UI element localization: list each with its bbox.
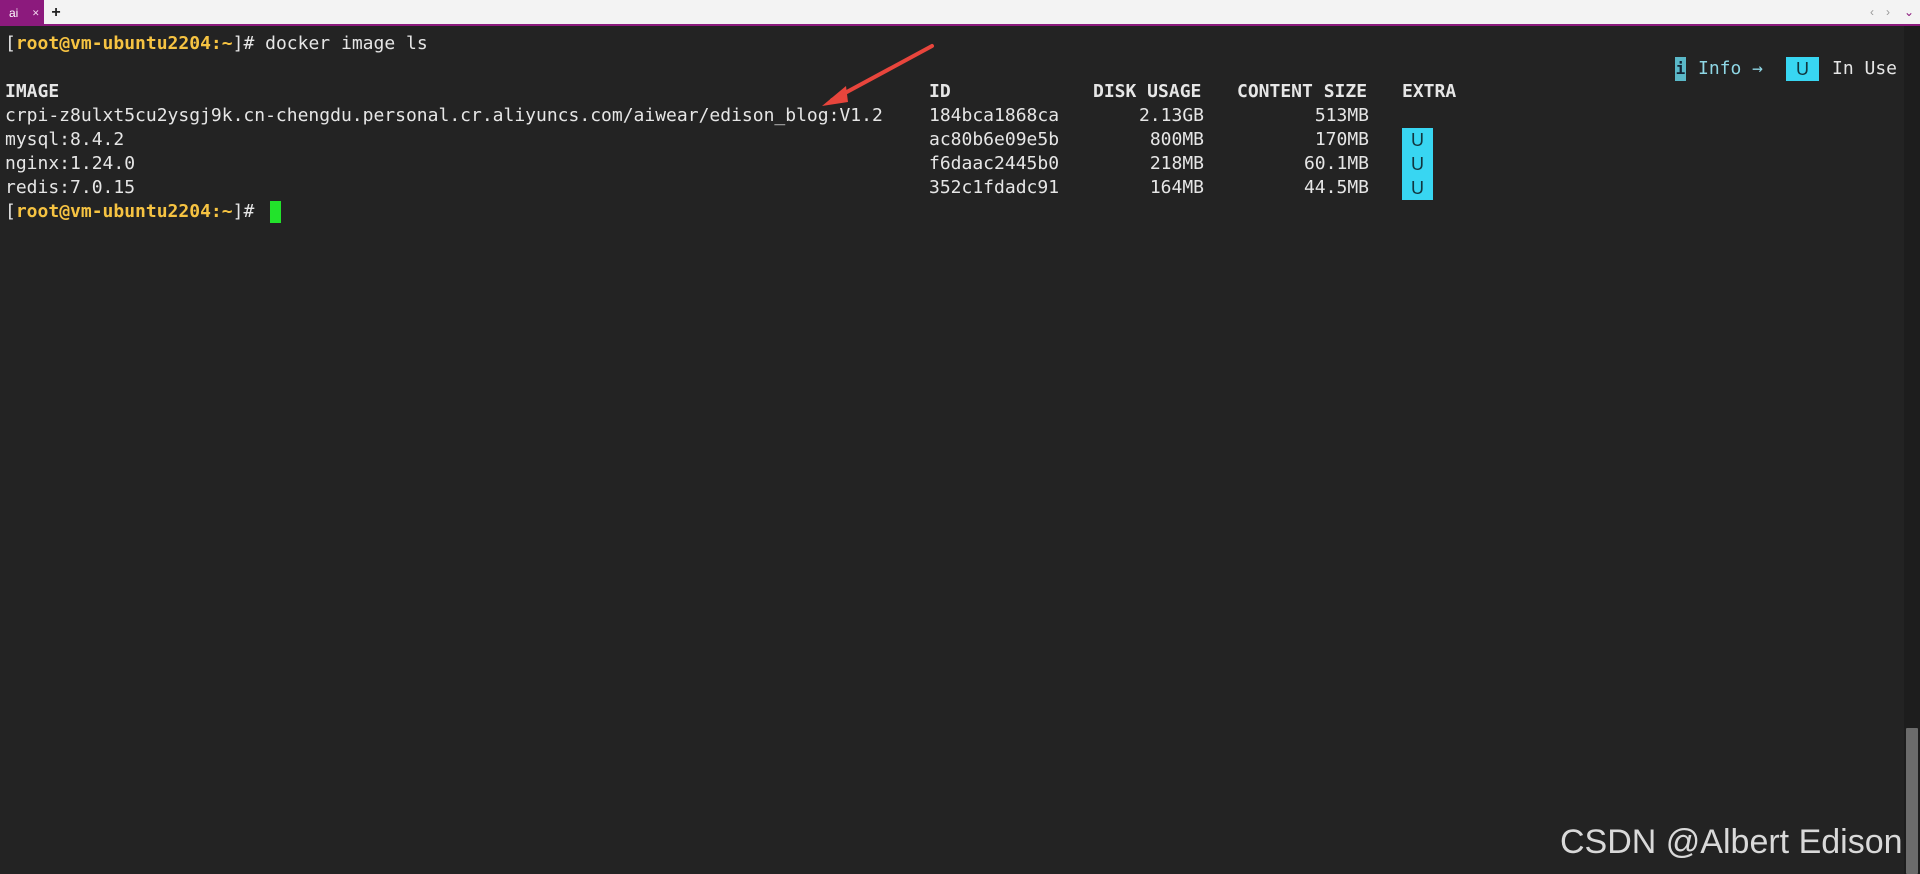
in-use-badge: U <box>1402 152 1433 176</box>
tab-label: ai <box>9 6 19 20</box>
in-use-badge: U <box>1402 128 1433 152</box>
prompt-user-host: root@vm-ubuntu2204 <box>15 33 211 54</box>
command-text: docker image ls <box>265 33 428 54</box>
table-row-content-size: 44.5MB <box>1303 177 1369 198</box>
add-tab-button[interactable]: + <box>48 0 64 26</box>
annotation-arrow-icon <box>822 44 934 106</box>
info-legend-label: Info → <box>1698 58 1764 79</box>
table-row-id: f6daac2445b0 <box>929 153 1060 174</box>
table-row-disk-usage: 164MB <box>1149 177 1204 198</box>
table-row-content-size: 60.1MB <box>1303 153 1369 174</box>
prompt-bracket: [ <box>5 33 16 54</box>
close-icon[interactable]: ✕ <box>32 0 40 26</box>
tab-bar: ai ✕ + ‹ › ⌄ <box>0 0 1920 26</box>
prompt-line: [root@vm-ubuntu2204:~]# <box>5 200 265 224</box>
table-row-disk-usage: 2.13GB <box>1138 105 1204 126</box>
table-row-disk-usage: 800MB <box>1149 129 1204 150</box>
table-row-id: ac80b6e09e5b <box>929 129 1060 150</box>
in-use-badge: U <box>1402 176 1433 200</box>
prompt-path: :~ <box>210 33 233 54</box>
table-row-image: mysql:8.4.2 <box>5 129 125 150</box>
table-row-image: crpi-z8ulxt5cu2ysgj9k.cn-chengdu.persona… <box>5 105 883 126</box>
header-disk-usage: DISK USAGE <box>1093 81 1202 102</box>
terminal-cursor <box>270 201 281 223</box>
header-image: IMAGE <box>5 81 60 102</box>
header-extra: EXTRA <box>1402 81 1457 102</box>
prompt-path: :~ <box>210 201 233 222</box>
table-row-disk-usage: 218MB <box>1149 153 1204 174</box>
watermark: CSDN @Albert Edison <box>1560 823 1903 861</box>
table-row-content-size: 513MB <box>1314 105 1369 126</box>
chevron-left-icon[interactable]: ‹ <box>1870 0 1874 26</box>
scrollbar[interactable] <box>1904 26 1920 874</box>
prompt-bracket: [ <box>5 201 16 222</box>
table-row-image: nginx:1.24.0 <box>5 153 136 174</box>
command-line: [root@vm-ubuntu2204:~]# docker image ls <box>5 32 428 56</box>
prompt-user-host: root@vm-ubuntu2204 <box>15 201 211 222</box>
in-use-key-badge: U <box>1786 57 1819 81</box>
prompt-bracket-close: ]# <box>232 33 266 54</box>
in-use-legend-label: In Use <box>1832 58 1898 79</box>
prompt-bracket-close: ]# <box>232 201 266 222</box>
scrollbar-thumb[interactable] <box>1906 728 1918 874</box>
chevron-down-icon[interactable]: ⌄ <box>1904 0 1914 26</box>
chevron-right-icon[interactable]: › <box>1886 0 1890 26</box>
header-content-size: CONTENT SIZE <box>1237 81 1368 102</box>
table-row-id: 352c1fdadc91 <box>929 177 1060 198</box>
table-row-image: redis:7.0.15 <box>5 177 136 198</box>
tab-ai[interactable]: ai ✕ <box>0 0 44 26</box>
table-row-content-size: 170MB <box>1314 129 1369 150</box>
info-key-badge: i <box>1675 57 1686 81</box>
